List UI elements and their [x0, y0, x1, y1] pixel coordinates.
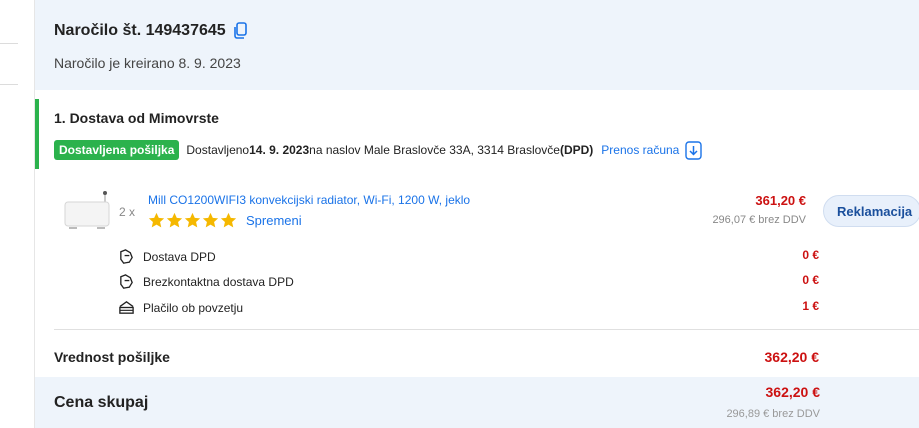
- star-icon[interactable]: [220, 212, 237, 229]
- delivered-address: na naslov Male Braslovče 33A, 3314 Brasl…: [309, 143, 560, 157]
- carrier: (DPD): [559, 143, 594, 157]
- status-badge: Dostavljena pošiljka: [54, 140, 180, 160]
- service-row: Brezkontaktna dostava DPD: [118, 273, 294, 290]
- sidebar-divider: [0, 84, 18, 85]
- service-price: 1 €: [802, 299, 819, 313]
- shipment-title: 1. Dostava od Mimovrste: [54, 110, 219, 126]
- service-price: 0 €: [802, 248, 819, 262]
- delivery-icon: [120, 274, 133, 289]
- order-card: Naročilo št. 149437645 Naročilo je kreir…: [34, 0, 919, 428]
- order-title: Naročilo št. 149437645: [54, 22, 226, 39]
- service-row: Plačilo ob povzetju: [118, 299, 243, 316]
- shipment-value-label: Vrednost pošiljke: [54, 349, 170, 365]
- star-icon[interactable]: [202, 212, 219, 229]
- order-title-row: Naročilo št. 149437645: [54, 22, 248, 40]
- product-price: 361,20 €: [755, 193, 806, 208]
- star-icon[interactable]: [148, 212, 165, 229]
- delivered-date: 14. 9. 2023: [249, 143, 310, 157]
- service-label: Dostava DPD: [143, 249, 216, 264]
- shipment-status-row: Dostavljena pošiljka Dostavljeno 14. 9. …: [54, 140, 703, 160]
- total-label: Cena skupaj: [54, 394, 149, 411]
- order-header: Naročilo št. 149437645 Naročilo je kreir…: [35, 0, 919, 90]
- service-row: Dostava DPD: [118, 248, 216, 265]
- shipment-status-bar: [35, 99, 39, 169]
- service-price: 0 €: [802, 273, 819, 287]
- product-rating[interactable]: Spremeni: [148, 212, 302, 229]
- service-label: Plačilo ob povzetju: [143, 300, 244, 315]
- download-icon[interactable]: [685, 140, 703, 160]
- invoice-download-link[interactable]: Prenos računa: [601, 143, 679, 157]
- copy-icon[interactable]: [232, 22, 248, 40]
- order-created-date: Naročilo je kreirano 8. 9. 2023: [54, 55, 241, 71]
- product-quantity: 2 x: [119, 205, 136, 219]
- shipment-value-price: 362,20 €: [764, 349, 820, 365]
- product-image[interactable]: [63, 190, 113, 232]
- delivery-icon: [120, 249, 133, 264]
- section-divider: [54, 329, 919, 330]
- service-label: Brezkontaktna dostava DPD: [143, 274, 294, 289]
- product-price-ex-vat: 296,07 € brez DDV: [712, 214, 806, 226]
- delivered-prefix: Dostavljeno: [186, 143, 250, 157]
- order-total: Cena skupaj 362,20 € 296,89 € brez DDV: [35, 377, 919, 428]
- total-price-ex-vat: 296,89 € brez DDV: [726, 408, 820, 420]
- product-name-link[interactable]: Mill CO1200WIFI3 konvekcijski radiator, …: [148, 193, 470, 207]
- complaint-button[interactable]: Reklamacija: [823, 195, 919, 227]
- left-sidebar-edge: [0, 0, 34, 428]
- cash-payment-icon: [119, 301, 134, 314]
- sidebar-divider: [0, 43, 18, 44]
- star-icon[interactable]: [166, 212, 183, 229]
- change-rating-link[interactable]: Spremeni: [246, 213, 302, 228]
- total-price: 362,20 €: [765, 384, 821, 400]
- star-icon[interactable]: [184, 212, 201, 229]
